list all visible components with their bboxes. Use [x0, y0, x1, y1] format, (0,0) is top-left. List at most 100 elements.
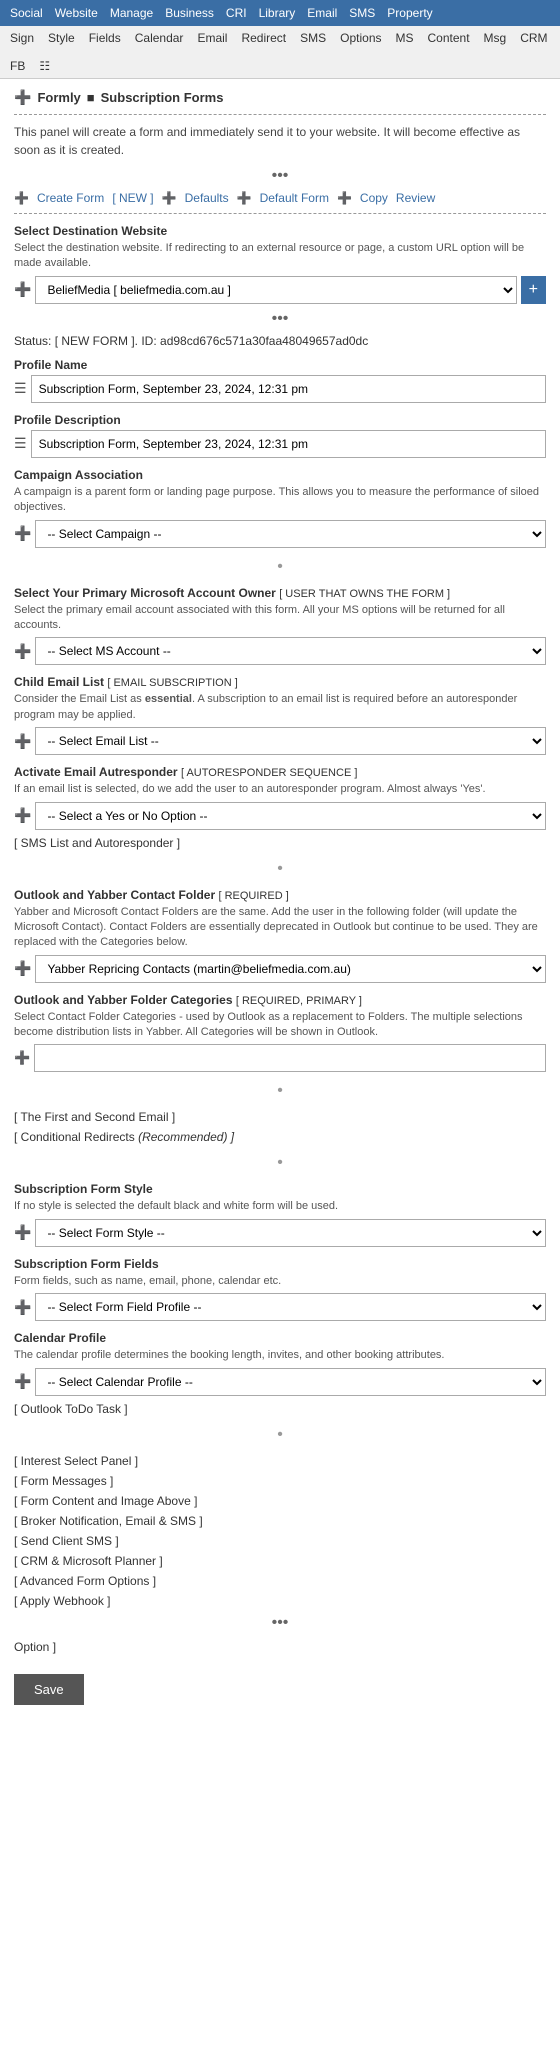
subnav-options[interactable]: Options	[340, 31, 381, 45]
nav-social[interactable]: Social	[10, 6, 43, 20]
intro-text: This panel will create a form and immedi…	[14, 123, 546, 159]
subnav-sign[interactable]: Sign	[10, 31, 34, 45]
outlook-todo-link[interactable]: [ Outlook ToDo Task ]	[14, 1402, 546, 1416]
ms-account-tag: [ USER THAT OWNS THE FORM ]	[279, 588, 450, 600]
campaign-select[interactable]: -- Select Campaign --	[35, 520, 546, 548]
subnav-crm[interactable]: CRM	[520, 31, 547, 45]
option-label[interactable]: Option ]	[14, 1640, 546, 1654]
calendar-profile-select-row: ➕ -- Select Calendar Profile --	[14, 1368, 546, 1396]
form-fields-plus-icon: ➕	[14, 1299, 31, 1316]
conditional-redirects-link[interactable]: [ Conditional Redirects (Recommended) ]	[14, 1130, 546, 1144]
campaign-plus-icon: ➕	[14, 525, 31, 542]
breadcrumb-part1[interactable]: Formly	[37, 90, 80, 105]
subnav-email[interactable]: Email	[197, 31, 227, 45]
ms-account-label: Select Your Primary Microsoft Account Ow…	[14, 586, 546, 600]
form-fields-select[interactable]: -- Select Form Field Profile --	[35, 1293, 546, 1321]
nav-manage[interactable]: Manage	[110, 6, 153, 20]
new-button[interactable]: [ NEW ]	[112, 191, 153, 205]
create-form-button[interactable]: Create Form	[37, 191, 104, 205]
subnav-grid[interactable]: ☷	[39, 59, 50, 73]
top-nav[interactable]: Social Website Manage Business CRI Libra…	[0, 0, 560, 26]
contact-folder-desc: Yabber and Microsoft Contact Folders are…	[14, 905, 546, 951]
autoresponder-plus-icon: ➕	[14, 807, 31, 824]
autoresponder-select[interactable]: -- Select a Yes or No Option --	[35, 802, 546, 830]
sms-link[interactable]: [ SMS List and Autoresponder ]	[14, 836, 546, 850]
email-list-plus-icon: ➕	[14, 733, 31, 750]
email-list-tag: [ EMAIL SUBSCRIPTION ]	[107, 677, 237, 689]
contact-folder-select[interactable]: Yabber Repricing Contacts (martin@belief…	[35, 955, 546, 983]
main-content: ➕ Formly ■ Subscription Forms This panel…	[0, 79, 560, 1725]
contact-folder-select-row: ➕ Yabber Repricing Contacts (martin@beli…	[14, 955, 546, 983]
nav-email[interactable]: Email	[307, 6, 337, 20]
email-list-select[interactable]: -- Select Email List --	[35, 727, 546, 755]
autoresponder-tag: [ AUTORESPONDER SEQUENCE ]	[181, 767, 357, 779]
subnav-ms[interactable]: MS	[396, 31, 414, 45]
extra-link-3[interactable]: [ Broker Notification, Email & SMS ]	[14, 1514, 546, 1528]
form-style-desc: If no style is selected the default blac…	[14, 1199, 546, 1214]
extra-link-7[interactable]: [ Apply Webhook ]	[14, 1594, 546, 1608]
contact-folder-label: Outlook and Yabber Contact Folder [ REQU…	[14, 888, 546, 902]
copy-plus-icon: ➕	[337, 191, 352, 205]
copy-button[interactable]: Copy	[360, 191, 388, 205]
destination-desc: Select the destination website. If redir…	[14, 241, 546, 272]
campaign-select-row: ➕ -- Select Campaign --	[14, 520, 546, 548]
review-button[interactable]: Review	[396, 191, 435, 205]
subnav-content[interactable]: Content	[428, 31, 470, 45]
folder-categories-row: ➕	[14, 1044, 546, 1072]
extra-link-2[interactable]: [ Form Content and Image Above ]	[14, 1494, 546, 1508]
destination-add-button[interactable]: +	[521, 276, 546, 304]
defaults-button[interactable]: Defaults	[185, 191, 229, 205]
extra-link-0[interactable]: [ Interest Select Panel ]	[14, 1454, 546, 1468]
destination-plus-icon: ➕	[14, 281, 31, 298]
subnav-msg[interactable]: Msg	[484, 31, 507, 45]
breadcrumb: ➕ Formly ■ Subscription Forms	[14, 89, 546, 106]
sub-nav[interactable]: Sign Style Fields Calendar Email Redirec…	[0, 26, 560, 79]
folder-categories-input[interactable]	[34, 1044, 546, 1072]
nav-property[interactable]: Property	[387, 6, 432, 20]
subnav-fields[interactable]: Fields	[89, 31, 121, 45]
destination-select[interactable]: BeliefMedia [ beliefmedia.com.au ]	[35, 276, 516, 304]
nav-library[interactable]: Library	[259, 6, 296, 20]
extra-link-1[interactable]: [ Form Messages ]	[14, 1474, 546, 1488]
ms-account-select[interactable]: -- Select MS Account --	[35, 637, 546, 665]
profile-name-lines-icon: ☰	[14, 380, 27, 397]
email-list-label: Child Email List [ EMAIL SUBSCRIPTION ]	[14, 675, 546, 689]
destination-label: Select Destination Website	[14, 224, 546, 238]
profile-desc-lines-icon: ☰	[14, 435, 27, 452]
contact-folder-plus-icon: ➕	[14, 960, 31, 977]
subnav-calendar[interactable]: Calendar	[135, 31, 184, 45]
profile-desc-row: ☰	[14, 430, 546, 458]
save-button[interactable]: Save	[14, 1674, 84, 1705]
subnav-redirect[interactable]: Redirect	[241, 31, 286, 45]
breadcrumb-part2[interactable]: Subscription Forms	[101, 90, 224, 105]
subnav-style[interactable]: Style	[48, 31, 75, 45]
profile-name-input[interactable]	[31, 375, 546, 403]
nav-sms[interactable]: SMS	[349, 6, 375, 20]
extra-link-4[interactable]: [ Send Client SMS ]	[14, 1534, 546, 1548]
campaign-label: Campaign Association	[14, 468, 546, 482]
first-second-email-link[interactable]: [ The First and Second Email ]	[14, 1110, 546, 1124]
form-fields-select-row: ➕ -- Select Form Field Profile --	[14, 1293, 546, 1321]
autoresponder-select-row: ➕ -- Select a Yes or No Option --	[14, 802, 546, 830]
divider-2	[14, 213, 546, 214]
dot-divider-5: •	[14, 1426, 546, 1444]
toolbar: ➕ Create Form [ NEW ] ➕ Defaults ➕ Defau…	[14, 191, 546, 205]
subnav-sms[interactable]: SMS	[300, 31, 326, 45]
extra-link-6[interactable]: [ Advanced Form Options ]	[14, 1574, 546, 1588]
ms-account-select-row: ➕ -- Select MS Account --	[14, 637, 546, 665]
extra-link-5[interactable]: [ CRM & Microsoft Planner ]	[14, 1554, 546, 1568]
nav-cri[interactable]: CRI	[226, 6, 247, 20]
subnav-fb[interactable]: FB	[10, 59, 25, 73]
email-list-desc: Consider the Email List as essential. A …	[14, 692, 546, 723]
profile-desc-label: Profile Description	[14, 413, 546, 427]
folder-categories-tag: [ REQUIRED, PRIMARY ]	[236, 995, 362, 1007]
default-form-button[interactable]: Default Form	[260, 191, 329, 205]
nav-website[interactable]: Website	[55, 6, 98, 20]
autoresponder-label: Activate Email Autresponder [ AUTORESPON…	[14, 765, 546, 779]
profile-desc-input[interactable]	[31, 430, 546, 458]
campaign-desc: A campaign is a parent form or landing p…	[14, 485, 546, 516]
calendar-profile-select[interactable]: -- Select Calendar Profile --	[35, 1368, 546, 1396]
nav-business[interactable]: Business	[165, 6, 214, 20]
form-style-select[interactable]: -- Select Form Style --	[35, 1219, 546, 1247]
divider-1	[14, 114, 546, 115]
